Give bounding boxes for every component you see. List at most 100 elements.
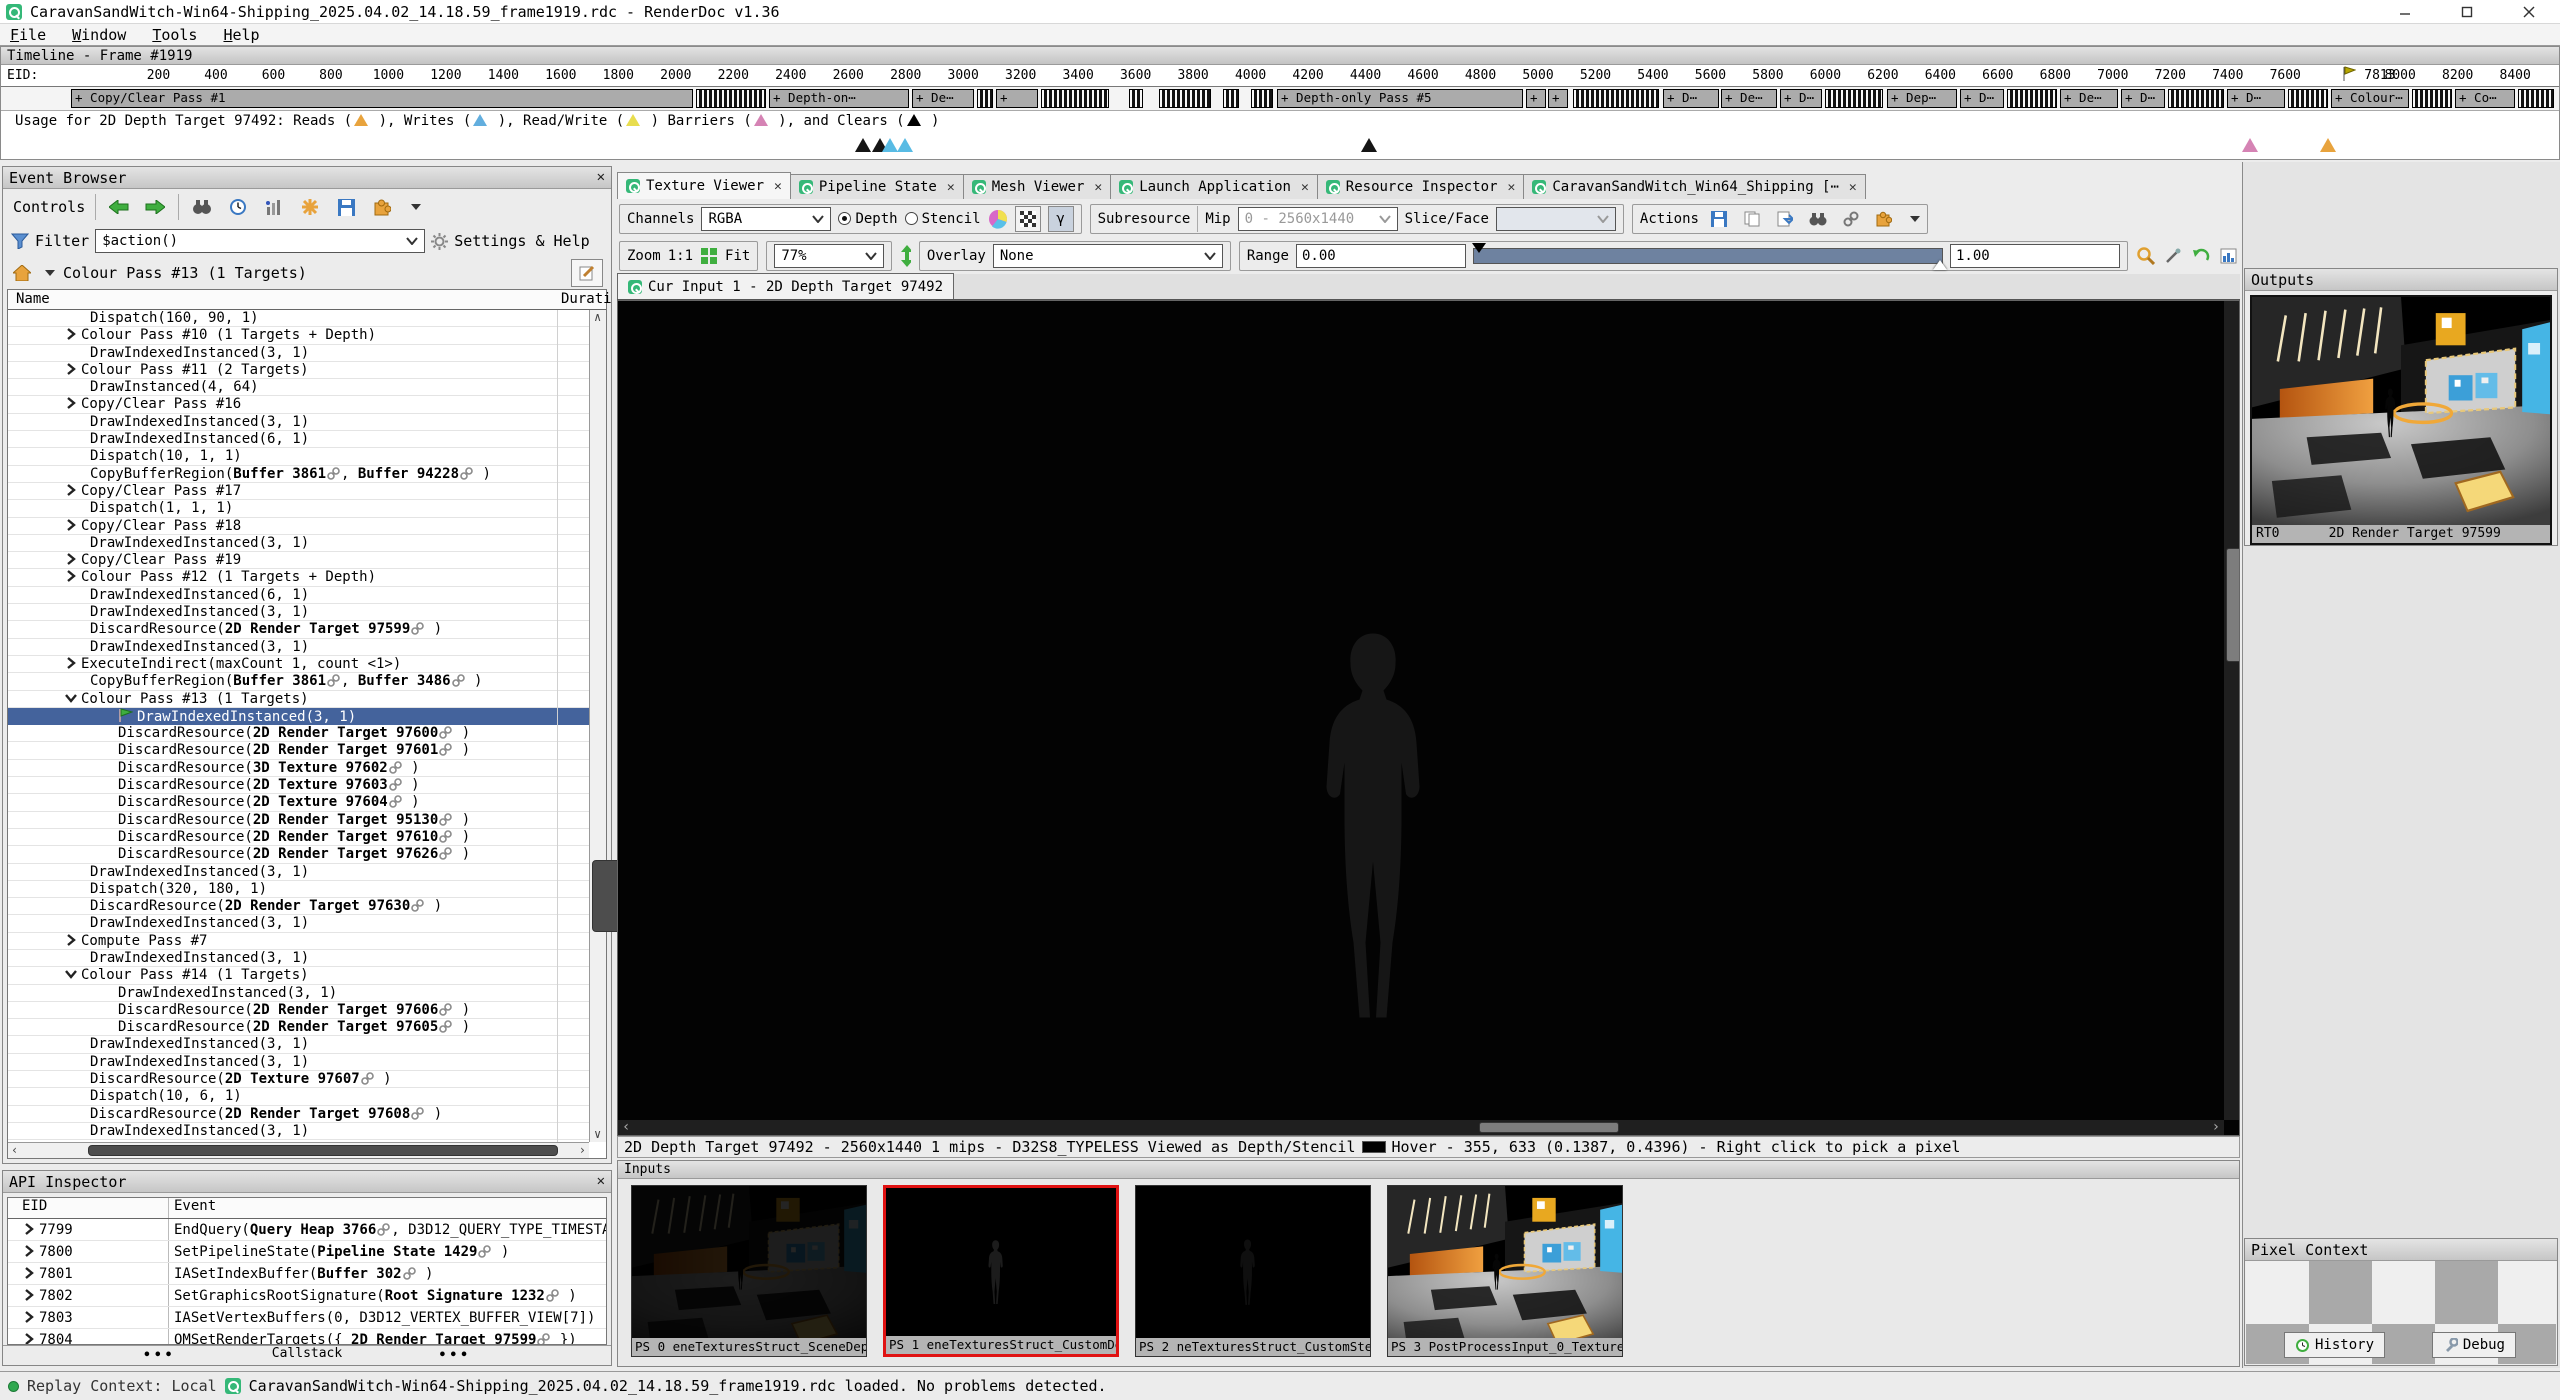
timeline-pass-segment[interactable] (2168, 89, 2224, 108)
usage-marker-triangle[interactable] (882, 138, 898, 152)
checkerboard-background-button[interactable] (1015, 206, 1041, 232)
find-texture-button[interactable] (1805, 206, 1831, 232)
tab-close-icon[interactable]: ✕ (1849, 180, 1857, 195)
color-wheel-icon[interactable] (988, 209, 1008, 229)
tab-close-icon[interactable]: ✕ (1094, 180, 1102, 195)
statistics-button[interactable] (261, 194, 287, 220)
settings-help-link[interactable]: Settings & Help (454, 232, 589, 250)
timeline-pass-segment[interactable] (2518, 89, 2554, 108)
event-tree-vscrollbar[interactable]: ∧ ∨ (589, 310, 606, 1142)
timeline-pass-segment[interactable] (2412, 89, 2452, 108)
tab-close-icon[interactable]: ✕ (947, 180, 955, 195)
output-thumbnail[interactable]: RT0 2D Render Target 97599 (2250, 295, 2552, 545)
tree-chevron-icon[interactable] (22, 1332, 36, 1345)
event-row[interactable]: Dispatch(320, 180, 1) (8, 881, 589, 898)
event-row[interactable]: ExecuteIndirect(maxCount 1, count <1>) (8, 656, 589, 673)
range-slider[interactable] (1473, 245, 1943, 267)
tab-close-icon[interactable]: ✕ (1508, 180, 1516, 195)
event-row[interactable]: DrawIndexedInstanced(3, 1) (8, 985, 589, 1002)
texture-hscrollbar[interactable] (618, 1120, 2224, 1135)
tab-pipeline-state[interactable]: Pipeline State✕ (790, 174, 964, 199)
event-row[interactable]: Dispatch(10, 1, 1) (8, 448, 589, 465)
api-row[interactable]: 7803IASetVertexBuffers(0, D3D12_VERTEX_B… (8, 1307, 606, 1329)
fit-icon[interactable] (700, 247, 718, 265)
menu-help[interactable]: Help (223, 26, 259, 44)
event-row[interactable]: Copy/Clear Pass #16 (8, 396, 589, 413)
zoom-range-button[interactable] (2136, 243, 2156, 269)
event-row[interactable]: DiscardResource(2D Render Target 97610 ) (8, 829, 589, 846)
depth-radio[interactable]: Depth (838, 211, 897, 227)
tree-chevron-icon[interactable] (64, 396, 78, 410)
event-row[interactable]: Colour Pass #14 (1 Targets) (8, 967, 589, 984)
timeline-pass-segment[interactable]: + (996, 89, 1038, 108)
close-button[interactable] (2498, 0, 2560, 24)
tab-launch-application[interactable]: Launch Application✕ (1110, 174, 1318, 199)
timeline-pass-segment[interactable] (1825, 89, 1883, 108)
event-row[interactable]: Copy/Clear Pass #19 (8, 552, 589, 569)
timeline-pass-segment[interactable]: + D⋯ (2121, 89, 2165, 108)
event-row[interactable]: DrawIndexedInstanced(3, 1) (8, 915, 589, 932)
usage-marker-triangle[interactable] (1361, 138, 1377, 152)
event-row[interactable]: DiscardResource(3D Texture 97602 ) (8, 760, 589, 777)
event-row[interactable]: DiscardResource(2D Texture 97607 ) (8, 1071, 589, 1088)
event-row[interactable]: Copy/Clear Pass #18 (8, 518, 589, 535)
event-row[interactable]: CopyBufferRegion(Buffer 3861, Buffer 348… (8, 673, 589, 690)
event-row[interactable]: DrawIndexedInstanced(3, 1) (8, 864, 589, 881)
tree-chevron-icon[interactable] (64, 569, 78, 583)
event-row[interactable]: Compute Pass #7 (8, 933, 589, 950)
timeline-pass-segment[interactable]: + D⋯ (1780, 89, 1822, 108)
breadcrumb[interactable]: Colour Pass #13 (1 Targets) (63, 264, 307, 282)
panel-close-icon[interactable]: ✕ (597, 170, 605, 184)
copy-texture-button[interactable] (1739, 206, 1765, 232)
event-row[interactable]: DrawIndexedInstanced(3, 1) (8, 950, 589, 967)
timeline-pass-segment[interactable] (696, 89, 766, 108)
event-row[interactable]: CopyBufferRegion(Buffer 3861, Buffer 942… (8, 466, 589, 483)
event-row[interactable]: DiscardResource(2D Texture 97603 ) (8, 777, 589, 794)
usage-marker-triangle[interactable] (2320, 138, 2336, 152)
open-resource-button[interactable] (1772, 206, 1798, 232)
scroll-right-icon[interactable]: › (2212, 1120, 2220, 1135)
event-row[interactable]: Dispatch(10, 6, 1) (8, 1088, 589, 1105)
timeline-pass-segment[interactable]: + De⋯ (1721, 89, 1777, 108)
tab-close-icon[interactable]: ✕ (1301, 180, 1309, 195)
event-row[interactable]: DrawIndexedInstanced(3, 1) (8, 708, 589, 725)
event-row[interactable]: DiscardResource(2D Render Target 97608 ) (8, 1106, 589, 1123)
timeline-pass-segment[interactable]: + (1548, 89, 1568, 108)
tree-chevron-icon[interactable] (64, 327, 78, 341)
fit-button[interactable]: Fit (725, 248, 750, 264)
tree-chevron-icon[interactable] (22, 1266, 36, 1280)
tree-chevron-icon[interactable] (64, 656, 78, 670)
tree-chevron-icon[interactable] (22, 1244, 36, 1258)
event-row[interactable]: DiscardResource(2D Render Target 97605 ) (8, 1019, 589, 1036)
event-row[interactable]: DrawIndexedInstanced(6, 1) (8, 587, 589, 604)
event-row[interactable]: Copy/Clear Pass #17 (8, 483, 589, 500)
pixel-context-view[interactable]: History Debug (2246, 1261, 2556, 1364)
event-row[interactable]: DiscardResource(2D Render Target 97606 ) (8, 1002, 589, 1019)
event-row[interactable]: Dispatch(160, 90, 1) (8, 310, 589, 327)
tab-caravansandwitch-win64-shipping-[interactable]: CaravanSandWitch_Win64_Shipping [⋯✕ (1523, 174, 1865, 199)
tree-chevron-icon[interactable] (22, 1310, 36, 1324)
tab-mesh-viewer[interactable]: Mesh Viewer✕ (963, 174, 1112, 199)
tree-chevron-icon[interactable] (22, 1222, 36, 1236)
event-row[interactable]: DiscardResource(2D Render Target 97600 ) (8, 725, 589, 742)
event-row[interactable]: DrawIndexedInstanced(3, 1) (8, 414, 589, 431)
maximize-button[interactable] (2436, 0, 2498, 24)
timeline-pass-segment[interactable]: + De⋯ (2060, 89, 2118, 108)
scroll-left-icon[interactable]: ‹ (622, 1120, 630, 1135)
event-row[interactable]: DrawIndexedInstanced(3, 1) (8, 1036, 589, 1053)
tab-close-icon[interactable]: ✕ (774, 179, 782, 194)
edit-bookmarks-button[interactable] (571, 259, 603, 287)
filter-input[interactable]: $action() (95, 229, 425, 253)
timeline-pass-segment[interactable] (1159, 89, 1211, 108)
timeline-pass-segment[interactable] (1041, 89, 1109, 108)
timeline-pass-segment[interactable]: + D⋯ (1663, 89, 1719, 108)
chevron-down-icon[interactable] (45, 270, 55, 276)
event-row[interactable]: DrawIndexedInstanced(3, 1) (8, 1054, 589, 1071)
timeline-pass-segment[interactable] (977, 89, 993, 108)
debug-button[interactable]: Debug (2432, 1332, 2516, 1358)
timeline-pass-segment[interactable]: + Copy/Clear Pass #1 (71, 89, 693, 108)
range-max-input[interactable]: 1.00 (1950, 244, 2120, 268)
timeline-pass-segment[interactable]: + Depth-only Pass #5 (1277, 89, 1523, 108)
timeline-pass-segment[interactable]: + Depth-on⋯ (769, 89, 909, 108)
tree-chevron-icon[interactable] (64, 967, 78, 981)
